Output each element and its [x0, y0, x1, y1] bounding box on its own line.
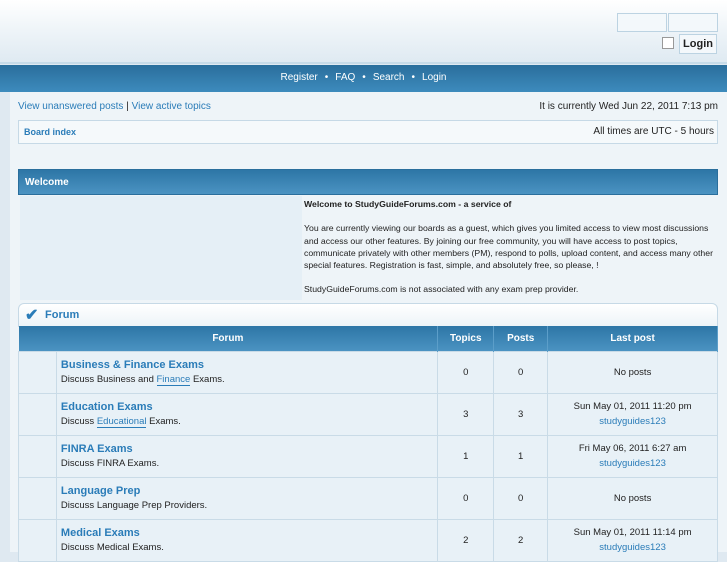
forum-status-icon: [18, 518, 57, 562]
col-forum: Forum: [18, 326, 439, 351]
col-last-post: Last post: [547, 326, 718, 351]
topics-count: 2: [437, 518, 495, 562]
last-post-time: Sun May 01, 2011 11:20 pm: [573, 401, 692, 412]
nav-register[interactable]: Register: [281, 72, 318, 83]
posts-count: 2: [493, 518, 549, 562]
topics-count: 1: [437, 434, 495, 478]
posts-count: 0: [493, 350, 549, 394]
password-input[interactable]: [668, 13, 718, 32]
forum-link[interactable]: Medical Exams: [61, 527, 437, 539]
welcome-header: Welcome: [18, 169, 718, 195]
welcome-disclaimer: StudyGuideForums.com is not associated w…: [304, 284, 579, 295]
forum-desc: Discuss Medical Exams.: [60, 542, 164, 553]
header: Login: [0, 0, 727, 64]
last-post-time: Fri May 06, 2011 6:27 am: [578, 443, 687, 454]
posts-count: 3: [493, 392, 549, 436]
welcome-body: You are currently viewing our boards as …: [304, 223, 713, 271]
col-posts: Posts: [493, 326, 549, 351]
forum-row: Medical Exams Discuss Medical Exams. 2 2 Sun…: [18, 518, 718, 562]
topics-count: 0: [437, 350, 495, 394]
forum-link[interactable]: Language Prep: [61, 485, 437, 497]
current-time: It is currently Wed Jun 22, 2011 7:13 pm: [539, 101, 718, 112]
quick-links: View unanswered posts | View active topi…: [18, 101, 211, 112]
forum-desc: Discuss Business and: [60, 374, 157, 385]
nav-bar: Register • FAQ • Search • Login: [0, 65, 727, 92]
col-topics: Topics: [437, 326, 495, 351]
forum-desc: Discuss Language Prep Providers.: [60, 500, 208, 511]
nav-search[interactable]: Search: [373, 72, 405, 83]
view-unanswered-link[interactable]: View unanswered posts: [18, 101, 123, 112]
posts-count: 0: [493, 476, 549, 520]
forum-link[interactable]: Education Exams: [61, 401, 437, 413]
forum-section-title: Forum: [45, 309, 80, 321]
last-post-user[interactable]: studyguides123: [548, 458, 717, 469]
keyword-link[interactable]: Educational: [96, 416, 147, 428]
forum-desc: Discuss FINRA Exams.: [60, 458, 160, 469]
forum-section-header: ✔ Forum: [18, 303, 718, 327]
forum-desc: Discuss: [60, 416, 97, 427]
last-post-time: Sun May 01, 2011 11:14 pm: [573, 527, 692, 538]
forum-row: Business & Finance Exams Discuss Business…: [18, 350, 718, 394]
last-post-time: No posts: [613, 492, 652, 504]
view-active-link[interactable]: View active topics: [132, 101, 211, 112]
nav-login[interactable]: Login: [422, 72, 446, 83]
login-button[interactable]: Login: [679, 34, 717, 54]
forum-link[interactable]: FINRA Exams: [61, 443, 437, 455]
forum-status-icon: [18, 392, 57, 436]
board-index-link[interactable]: Board index: [24, 127, 76, 137]
username-input[interactable]: [617, 13, 667, 32]
forum-status-icon: [18, 476, 57, 520]
forum-row: Language Prep Discuss Language Prep Provi…: [18, 476, 718, 520]
welcome-image-cell: [20, 196, 302, 300]
forum-row: Education Exams Discuss Educational Exams…: [18, 392, 718, 436]
nav-faq[interactable]: FAQ: [335, 72, 355, 83]
last-post-time: No posts: [613, 366, 652, 378]
last-post-user[interactable]: studyguides123: [548, 542, 717, 553]
forum-status-icon: [18, 350, 57, 394]
topics-count: 0: [437, 476, 495, 520]
keyword-link[interactable]: Finance: [156, 374, 191, 386]
forum-link[interactable]: Business & Finance Exams: [61, 359, 437, 371]
posts-count: 1: [493, 434, 549, 478]
welcome-heading: Welcome to StudyGuideForums.com - a serv…: [304, 199, 512, 209]
breadcrumb: Board index All times are UTC - 5 hours: [18, 120, 718, 144]
remember-me-checkbox[interactable]: [662, 37, 674, 49]
topics-count: 3: [437, 392, 495, 436]
separator: |: [126, 101, 129, 112]
checkmark-icon: ✔: [25, 307, 39, 324]
welcome-text: Welcome to StudyGuideForums.com - a serv…: [304, 198, 716, 308]
forum-row: FINRA Exams Discuss FINRA Exams. 1 1 Fri May…: [18, 434, 718, 478]
timezone-text: All times are UTC - 5 hours: [593, 126, 714, 137]
forum-desc: Exams.: [146, 416, 181, 427]
forum-status-icon: [18, 434, 57, 478]
last-post-user[interactable]: studyguides123: [548, 416, 717, 427]
forum-table: Forum Topics Posts Last post Business & …: [18, 326, 718, 562]
forum-desc: Exams.: [190, 374, 225, 385]
